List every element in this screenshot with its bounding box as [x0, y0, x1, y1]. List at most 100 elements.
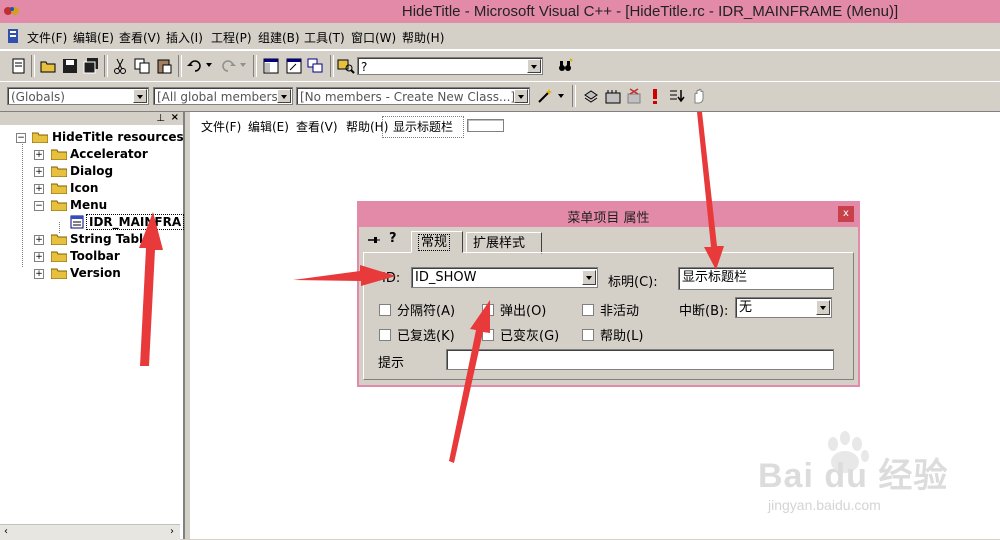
tree-item-label: Accelerator: [70, 147, 148, 161]
window-list-icon[interactable]: [306, 57, 324, 75]
members-combo[interactable]: [No members - Create New Class...]: [296, 87, 530, 105]
undo-dropdown-icon[interactable]: [206, 63, 212, 67]
chevron-down-icon[interactable]: [582, 270, 596, 285]
editor-menu-edit[interactable]: 编辑(E): [248, 118, 289, 135]
help-label: 帮助(L): [600, 329, 644, 344]
general-tab-panel: ID: ID_SHOW 标明(C): 显示标题栏 分隔符(A) 弹出(O) 非活…: [363, 252, 854, 380]
tree-root-label: HideTitle resources: [52, 130, 184, 144]
scroll-right-icon[interactable]: ›: [170, 526, 174, 537]
chevron-down-icon[interactable]: [514, 89, 528, 103]
separator-checkbox[interactable]: [379, 304, 391, 316]
menu-insert[interactable]: 插入(I): [166, 29, 203, 46]
menu-window[interactable]: 窗口(W): [351, 29, 396, 46]
undo-icon[interactable]: [186, 57, 204, 75]
help-icon[interactable]: ?: [389, 231, 397, 246]
expand-icon[interactable]: +: [34, 269, 44, 279]
class-combo[interactable]: (Globals): [7, 87, 149, 105]
editor-menu-view[interactable]: 查看(V): [296, 118, 338, 135]
workspace-minimize-icon[interactable]: ⊥: [156, 113, 165, 124]
editor-menu-show-title[interactable]: 显示标题栏: [382, 116, 465, 138]
hand-icon[interactable]: [690, 87, 708, 105]
pin-icon[interactable]: [367, 234, 381, 246]
prompt-label: 提示: [378, 356, 405, 371]
expand-icon[interactable]: +: [34, 252, 44, 262]
expand-icon[interactable]: +: [34, 167, 44, 177]
scroll-left-icon[interactable]: ‹: [4, 526, 8, 537]
grayed-checkbox[interactable]: [482, 329, 494, 341]
toolbar-separator: [253, 55, 257, 77]
checked-checkbox[interactable]: [379, 329, 391, 341]
expand-icon[interactable]: +: [34, 184, 44, 194]
id-combo[interactable]: ID_SHOW: [411, 267, 598, 288]
wizard-toolbar: (Globals) [All global members [No member…: [0, 81, 1000, 112]
save-all-icon[interactable]: [82, 57, 100, 75]
tab-extended-styles[interactable]: 扩展样式: [466, 232, 542, 254]
menu-tools[interactable]: 工具(T): [304, 29, 345, 46]
baidu-watermark-url: jingyan.baidu.com: [768, 497, 881, 513]
collapse-icon[interactable]: −: [16, 133, 26, 143]
chevron-down-icon[interactable]: [816, 300, 830, 315]
checked-label: 已复选(K): [397, 329, 455, 344]
dialog-close-button[interactable]: x: [838, 206, 854, 222]
break-label: 中断(B):: [679, 304, 729, 319]
class-combo-value: (Globals): [11, 90, 65, 104]
workspace-close-icon[interactable]: ×: [171, 112, 179, 123]
id-value: ID_SHOW: [415, 270, 477, 285]
tab-label: 扩展样式: [473, 236, 526, 251]
chevron-down-icon[interactable]: [527, 59, 541, 73]
break-combo[interactable]: 无: [735, 297, 832, 318]
cut-icon[interactable]: [111, 57, 129, 75]
menu-file[interactable]: 文件(F): [27, 29, 67, 46]
popup-checkbox[interactable]: [482, 304, 494, 316]
compile-icon[interactable]: [582, 87, 600, 105]
tab-general[interactable]: 常规: [411, 231, 463, 253]
dialog-title: 菜单项目 属性: [567, 211, 650, 226]
folder-icon: [51, 234, 67, 245]
paste-icon[interactable]: [155, 57, 173, 75]
menu-help[interactable]: 帮助(H): [402, 29, 444, 46]
find-icon[interactable]: [556, 57, 574, 75]
output-window-icon[interactable]: [285, 57, 303, 75]
tree-line: [22, 135, 23, 267]
menu-project[interactable]: 工程(P): [211, 29, 252, 46]
find-combo[interactable]: ?: [357, 57, 543, 75]
prompt-input[interactable]: [446, 349, 834, 370]
filter-combo-value: [All global members: [157, 90, 278, 104]
folder-icon: [51, 268, 67, 279]
go-debug-icon[interactable]: [667, 87, 685, 105]
wizard-dropdown-icon[interactable]: [558, 94, 564, 98]
workspace-header: ⊥ ×: [0, 112, 183, 125]
inactive-checkbox[interactable]: [582, 304, 594, 316]
help-checkbox[interactable]: [582, 329, 594, 341]
editor-menu-file[interactable]: 文件(F): [201, 118, 241, 135]
new-menu-item-placeholder[interactable]: [467, 119, 504, 132]
new-text-file-icon[interactable]: [10, 57, 28, 75]
tree-item-label: IDR_MAINFRA: [86, 214, 185, 230]
copy-icon[interactable]: [133, 57, 151, 75]
menu-edit[interactable]: 编辑(E): [73, 29, 114, 46]
caption-input[interactable]: 显示标题栏: [678, 267, 834, 290]
grayed-label: 已变灰(G): [500, 329, 560, 344]
build-icon[interactable]: [604, 87, 622, 105]
menu-build[interactable]: 组建(B): [258, 29, 300, 46]
menu-view[interactable]: 查看(V): [119, 29, 161, 46]
filter-combo[interactable]: [All global members: [153, 87, 293, 105]
expand-icon[interactable]: +: [34, 150, 44, 160]
redo-dropdown-icon[interactable]: [240, 63, 246, 67]
expand-icon[interactable]: +: [34, 235, 44, 245]
open-folder-icon[interactable]: [39, 57, 57, 75]
folder-icon: [51, 183, 67, 194]
wizard-wand-icon[interactable]: [536, 87, 554, 105]
chevron-down-icon[interactable]: [133, 89, 147, 103]
collapse-icon[interactable]: −: [34, 201, 44, 211]
workspace-hscrollbar[interactable]: ‹ ›: [0, 524, 180, 540]
caption-label: 标明(C):: [608, 275, 658, 290]
chevron-down-icon[interactable]: [277, 89, 291, 103]
toolbar-separator: [178, 55, 182, 77]
workspace-window-icon[interactable]: [262, 57, 280, 75]
save-icon[interactable]: [61, 57, 79, 75]
find-in-files-icon[interactable]: [337, 57, 355, 75]
stop-build-icon[interactable]: [625, 87, 643, 105]
redo-icon[interactable]: [219, 57, 237, 75]
execute-icon[interactable]: [646, 87, 664, 105]
